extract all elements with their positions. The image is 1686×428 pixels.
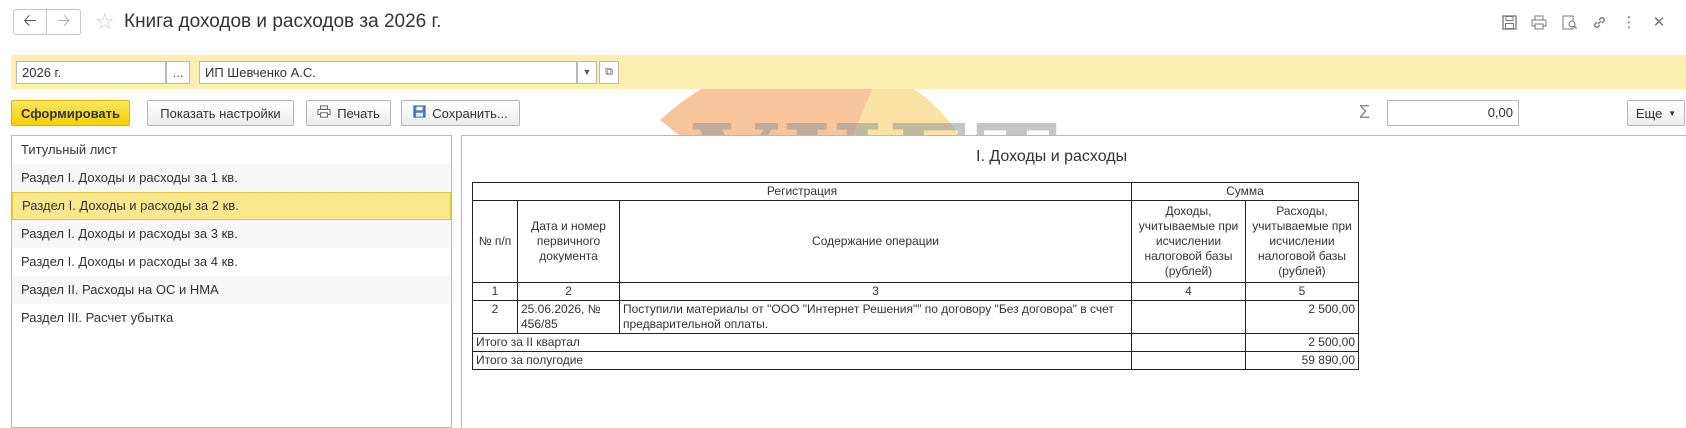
total-income — [1131, 333, 1246, 352]
section-item-fixed-assets[interactable]: Раздел II. Расходы на ОС и НМА — [12, 276, 451, 304]
close-icon[interactable]: ✕ — [1650, 13, 1668, 31]
more-button[interactable]: Еще ▼ — [1627, 100, 1685, 126]
chevron-down-icon: ▼ — [1668, 108, 1677, 118]
page-title: Книга доходов и расходов за 2026 г. — [124, 11, 442, 32]
section-item-q2[interactable]: Раздел I. Доходы и расходы за 2 кв. — [12, 192, 451, 220]
arrow-right-icon: 🡢 — [56, 10, 71, 30]
sum-field[interactable]: 0,00 — [1387, 100, 1519, 126]
header-content: Содержание операции — [619, 200, 1132, 283]
section-item-title-page[interactable]: Титульный лист — [12, 136, 451, 164]
column-index: 1 — [472, 282, 518, 301]
organization-field[interactable]: ИП Шевченко А.С. — [199, 61, 577, 84]
more-button-label: Еще — [1635, 105, 1663, 121]
section-item-loss[interactable]: Раздел III. Расчет убытка — [12, 304, 451, 332]
total-row: Итого за полугодие 59 890,00 — [472, 351, 1359, 370]
section-item-q3[interactable]: Раздел I. Доходы и расходы за 3 кв. — [12, 220, 451, 248]
link-icon[interactable] — [1590, 13, 1608, 31]
section-item-q4[interactable]: Раздел I. Доходы и расходы за 4 кв. — [12, 248, 451, 276]
header-document: Дата и номер первичного документа — [517, 200, 620, 283]
organization-open-button[interactable]: ⧉ — [599, 61, 619, 84]
print-button[interactable]: Печать — [306, 100, 391, 126]
report-heading: I. Доходы и расходы — [976, 148, 1128, 165]
row-expense: 2 500,00 — [1245, 300, 1359, 334]
arrow-left-icon: 🡠 — [23, 10, 37, 30]
row-num: 2 — [472, 300, 518, 334]
row-income — [1131, 300, 1246, 334]
preview-icon[interactable] — [1560, 13, 1578, 31]
total-row: Итого за II квартал 2 500,00 — [472, 333, 1359, 352]
filter-bar: 2026 г. ... ИП Шевченко А.С. ▼ ⧉ — [11, 55, 1686, 89]
header-expense: Расходы, учитываемые при исчислении нало… — [1245, 200, 1359, 283]
period-select-button[interactable]: ... — [166, 61, 190, 84]
header-num: № п/п — [472, 200, 518, 283]
section-item-q1[interactable]: Раздел I. Доходы и расходы за 1 кв. — [12, 164, 451, 192]
sections-list: Титульный лист Раздел I. Доходы и расход… — [11, 135, 452, 428]
organization-dropdown-button[interactable]: ▼ — [577, 61, 597, 84]
sum-icon: Σ — [1359, 102, 1371, 122]
star-icon[interactable]: ☆ — [95, 9, 115, 35]
print-icon — [317, 105, 331, 121]
total-expense: 59 890,00 — [1245, 351, 1359, 370]
back-button[interactable]: 🡠 — [13, 9, 47, 35]
save-button[interactable]: Сохранить... — [401, 100, 520, 126]
report-table: Регистрация Сумма № п/п Дата и номер пер… — [472, 182, 1359, 370]
chevron-down-icon: ▼ — [582, 67, 592, 77]
total-label: Итого за II квартал — [472, 333, 1132, 352]
row-document: 25.06.2026, № 456/85 — [517, 300, 620, 334]
header-registration: Регистрация — [472, 182, 1132, 201]
save-icon[interactable] — [1500, 13, 1518, 31]
header-income: Доходы, учитываемые при исчислении налог… — [1131, 200, 1246, 283]
save-icon — [413, 105, 426, 121]
open-form-icon: ⧉ — [605, 66, 613, 78]
report-area: I. Доходы и расходы Регистрация Сумма № … — [461, 135, 1686, 428]
forward-button[interactable]: 🡢 — [47, 9, 81, 35]
header-sum: Сумма — [1131, 182, 1359, 201]
period-field[interactable]: 2026 г. — [16, 61, 166, 84]
more-vert-icon[interactable]: ⋮ — [1620, 13, 1638, 31]
print-icon[interactable] — [1530, 13, 1548, 31]
save-button-label: Сохранить... — [432, 105, 508, 121]
column-index: 4 — [1131, 282, 1246, 301]
column-index: 2 — [517, 282, 620, 301]
total-expense: 2 500,00 — [1245, 333, 1359, 352]
total-label: Итого за полугодие — [472, 351, 1132, 370]
table-row: 2 25.06.2026, № 456/85 Поступили материа… — [472, 300, 1359, 334]
column-index: 5 — [1245, 282, 1359, 301]
total-income — [1131, 351, 1246, 370]
show-settings-button[interactable]: Показать настройки — [147, 100, 294, 126]
toolbar-icons: ⋮ ✕ — [1500, 13, 1668, 31]
row-content: Поступили материалы от "ООО "Интернет Ре… — [619, 300, 1132, 334]
column-index: 3 — [619, 282, 1132, 301]
title-bar: 🡠 🡢 ☆ Книга доходов и расходов за 2026 г… — [0, 0, 1686, 46]
generate-button[interactable]: Сформировать — [11, 100, 130, 126]
print-button-label: Печать — [337, 105, 380, 121]
